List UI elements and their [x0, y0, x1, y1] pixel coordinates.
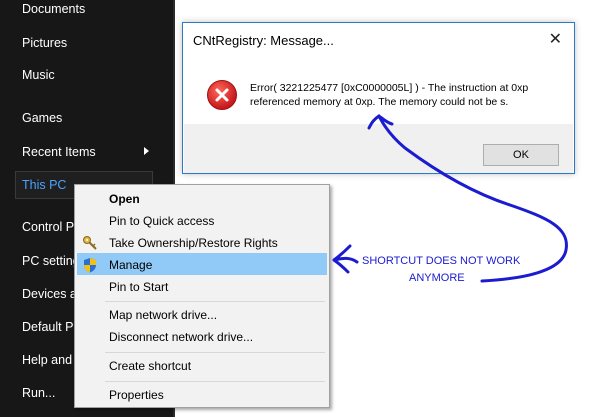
annotation-text-line2: ANYMORE	[409, 272, 465, 284]
annotation-text-line1: SHORTCUT DOES NOT WORK	[362, 255, 521, 267]
annotation-arrow	[332, 114, 568, 283]
